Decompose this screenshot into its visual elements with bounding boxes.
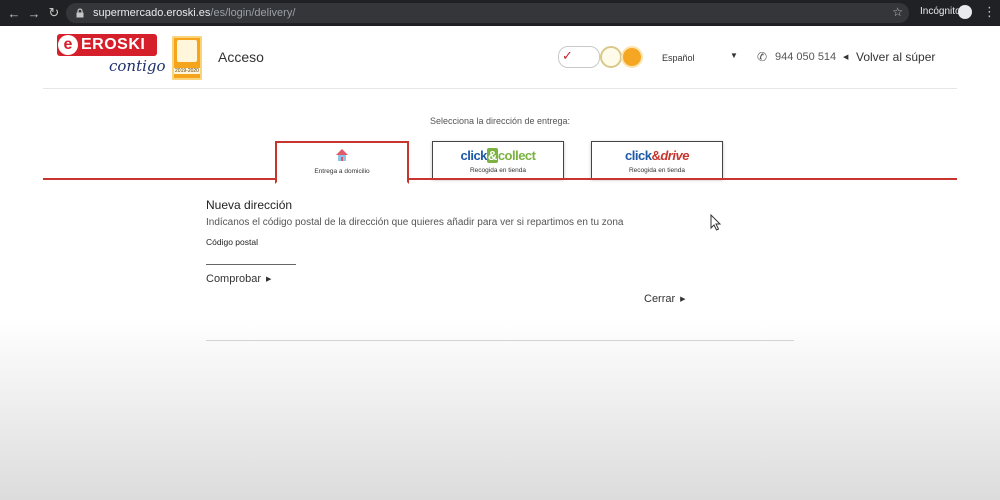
award-emblem [177,40,197,62]
close-button[interactable]: Cerrar ▶ [644,293,686,305]
click-collect-logo: click&collect [460,148,536,163]
tab-label: Recogida en tienda [469,167,526,174]
logo-word: EROSKI [81,36,146,53]
url-text: supermercado.eroski.es/es/login/delivery… [93,7,296,19]
click-drive-logo: click&drive [625,148,689,163]
browser-menu-icon[interactable]: ⋮ [983,4,996,20]
incognito-label: Incógnito [920,6,961,17]
forward-arrow-icon[interactable]: → [24,6,44,21]
caret-left-icon: ◀ [843,54,849,61]
form-divider [206,340,794,341]
delivery-prompt: Selecciona la dirección de entrega: [429,116,571,126]
chevron-down-icon[interactable]: ▼ [730,51,738,60]
caret-right-icon: ▶ [680,296,686,303]
language-select[interactable]: Español [662,53,695,63]
award-badge-icon: 2019-2020 [172,36,202,80]
tab-underline [43,178,957,180]
tab-click-drive[interactable]: click&drive Recogida en tienda [591,141,723,179]
check-button[interactable]: Comprobar ▶ [206,273,271,285]
postal-code-label: Código postal [206,237,258,247]
phone-number[interactable]: 944 050 514 [775,51,836,63]
tab-label: Entrega a domicilio [314,168,370,175]
form-title: Nueva dirección [206,198,293,212]
postal-code-input[interactable] [206,250,296,265]
back-arrow-icon[interactable]: ← [4,6,24,21]
caret-right-icon: ▶ [266,276,272,283]
reload-icon[interactable]: ↻ [44,5,64,21]
eroski-logo[interactable]: e EROSKI contigo [57,34,166,82]
quality-seal-icon [600,46,622,68]
incognito-icon[interactable] [958,5,972,19]
page-fade [0,318,1000,500]
certification-seal-icon: ✓ [558,46,600,68]
form-description: Indícanos el código postal de la direcci… [206,217,624,228]
page-title: Acceso [218,49,264,65]
award-year: 2019-2020 [174,68,200,74]
mouse-cursor-icon [710,214,722,231]
site-header: e EROSKI contigo 2019-2020 Acceso ✓ Espa… [0,26,1000,88]
bookmark-star-icon[interactable]: ☆ [892,5,903,19]
lock-icon [76,8,84,18]
browser-toolbar: ← → ↻ supermercado.eroski.es/es/login/de… [0,0,1000,26]
address-bar[interactable]: supermercado.eroski.es/es/login/delivery… [66,3,909,23]
house-icon [336,149,348,161]
header-divider [43,88,957,89]
award-seal-icon [621,46,643,68]
phone-icon: ✆ [757,50,768,64]
logo-tagline: contigo [109,57,166,75]
tab-click-collect[interactable]: click&collect Recogida en tienda [432,141,564,179]
tab-label: Recogida en tienda [628,167,685,174]
back-to-shop-link[interactable]: Volver al súper [856,50,935,64]
logo-banner: e EROSKI [57,34,157,56]
tab-home-delivery[interactable]: Entrega a domicilio [275,141,409,184]
logo-e-icon: e [58,35,78,55]
